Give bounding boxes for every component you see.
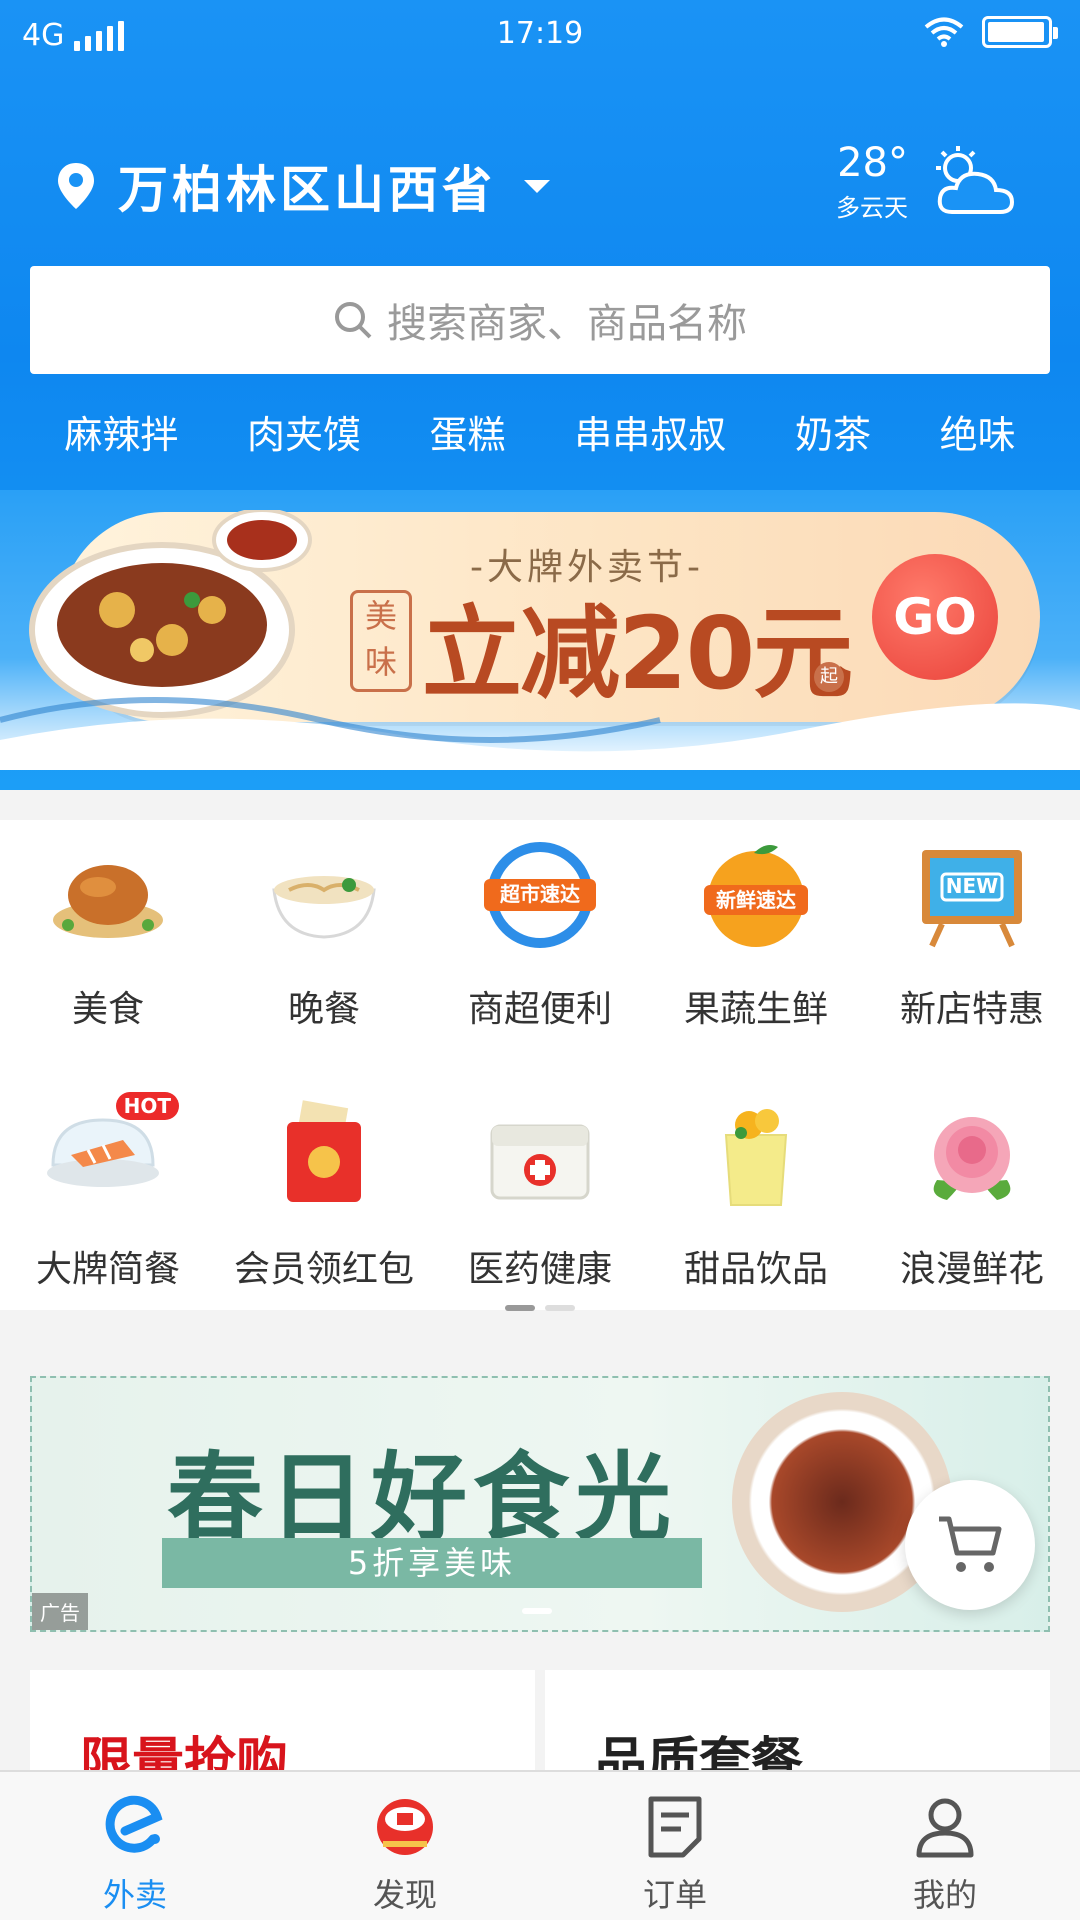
hot-search-words: 麻辣拌 肉夹馍 蛋糕 串串叔叔 奶茶 绝味 [0,404,1080,459]
ad-banner[interactable]: 春日好食光 5折享美味 广告 [30,1376,1050,1632]
new-sign-icon: NEW [907,830,1037,960]
cart-icon [939,1516,1002,1572]
hot-word[interactable]: 麻辣拌 [64,404,178,459]
category-food[interactable]: 美食 [0,830,216,1032]
location-pin-icon [58,163,94,209]
hot-badge: HOT [115,1092,179,1120]
category-label: 会员领红包 [233,1249,414,1290]
category-flowers[interactable]: 浪漫鲜花 [864,1090,1080,1292]
tab-waimai[interactable]: 外卖 [0,1772,270,1920]
category-label: 果蔬生鲜 [683,989,828,1030]
tab-orders[interactable]: 订单 [540,1772,810,1920]
category-badge: 超市速达 [500,882,580,906]
tab-label: 外卖 [102,1876,167,1914]
tab-label: 发现 [372,1876,437,1914]
location-selector[interactable]: 万柏林区山西省 [56,150,550,222]
waimai-icon [102,1794,168,1860]
weather-desc: 多云天 [836,194,908,222]
hot-word[interactable]: 奶茶 [795,404,871,459]
promo-seal: 美味 [350,590,412,692]
pager-dot-active [505,1305,535,1311]
supermarket-express-icon: 超市速达 [475,830,605,960]
status-bar: 4G 17:19 [0,0,1080,70]
wave-decoration [0,697,1080,770]
dessert-drink-icon [691,1090,821,1220]
cart-button[interactable] [905,1480,1035,1610]
promo-go-button[interactable]: GO [872,554,998,680]
discover-drum-icon [372,1794,438,1860]
tab-label: 订单 [642,1876,707,1914]
medical-kit-icon [475,1090,605,1220]
category-label: 美食 [71,989,144,1030]
hot-word[interactable]: 肉夹馍 [247,404,361,459]
fresh-orange-icon: 新鲜速达 [691,830,821,960]
status-time: 17:19 [496,16,584,51]
roast-chicken-icon [43,830,173,960]
hot-word[interactable]: 串串叔叔 [574,404,726,459]
user-profile-icon [912,1794,978,1860]
tab-discover[interactable]: 发现 [270,1772,540,1920]
category-label: 晚餐 [287,989,360,1030]
category-brand-meal[interactable]: HOT 大牌简餐 [0,1090,216,1292]
noodle-bowl-icon [259,830,389,960]
category-badge: NEW [945,874,999,898]
search-input[interactable]: 搜索商家、商品名称 [30,266,1050,374]
status-icons [924,16,1058,48]
category-dessert[interactable]: 甜品饮品 [648,1090,864,1292]
category-fresh[interactable]: 新鲜速达 果蔬生鲜 [648,830,864,1032]
ad-pager-dot [522,1608,552,1614]
category-label: 商超便利 [467,989,612,1030]
category-label: 大牌简餐 [35,1249,180,1290]
hot-word[interactable]: 绝味 [940,404,1016,459]
category-new-store[interactable]: NEW 新店特惠 [864,830,1080,1032]
tab-profile[interactable]: 我的 [810,1772,1080,1920]
category-grid-section: 美食 晚餐 超市速达 商超便利 新鲜速达 果蔬生鲜 NEW 新店特惠 HOT 大… [0,820,1080,1311]
category-label: 浪漫鲜花 [899,1249,1044,1290]
category-dinner[interactable]: 晚餐 [216,830,432,1032]
category-pager [0,1305,1080,1311]
ad-tag: 广告 [32,1593,88,1630]
order-list-icon [642,1794,708,1860]
chevron-down-icon [524,179,550,193]
category-medicine[interactable]: 医药健康 [432,1090,648,1292]
tab-label: 我的 [912,1876,977,1914]
category-label: 甜品饮品 [683,1249,828,1290]
hot-word[interactable]: 蛋糕 [430,404,506,459]
category-member-redpacket[interactable]: 会员领红包 [216,1090,432,1292]
ad-subtitle: 5折享美味 [162,1538,702,1588]
cloudy-icon [936,145,1015,214]
category-grid: 美食 晚餐 超市速达 商超便利 新鲜速达 果蔬生鲜 NEW 新店特惠 HOT 大… [0,830,1080,1292]
battery-icon [982,16,1058,48]
category-label: 医药健康 [467,1249,612,1290]
location-text: 万柏林区山西省 [118,161,496,219]
promo-banner[interactable]: -大牌外卖节- 美味 立减20元 起 GO [0,490,1080,770]
wifi-icon [924,17,964,47]
category-supermarket[interactable]: 超市速达 商超便利 [432,830,648,1032]
rose-icon [907,1090,1037,1220]
search-placeholder: 搜索商家、商品名称 [387,301,747,347]
search-icon [335,302,372,339]
category-label: 新店特惠 [899,989,1044,1030]
bottom-tab-bar: 外卖 发现 订单 我的 [0,1770,1080,1920]
salmon-dish-icon: HOT [43,1090,179,1220]
weather-widget[interactable]: 28° 多云天 [836,140,1018,223]
pager-dot [545,1305,575,1311]
weather-temp: 28° [837,140,908,186]
red-packet-icon [259,1090,389,1220]
category-badge: 新鲜速达 [716,888,796,912]
